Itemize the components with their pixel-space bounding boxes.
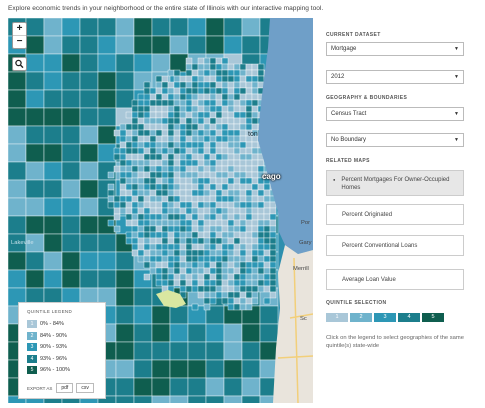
related-map-owner-occupied[interactable]: ● Percent Mortgages For Owner-Occupied H… (326, 170, 464, 196)
legend-label: 0% - 84% (40, 321, 64, 327)
quintile-hint: Click on the legend to select geographie… (326, 335, 464, 349)
legend-item-5[interactable]: 5 96% - 100% (27, 365, 97, 375)
related-map-label: Percent Originated (342, 211, 393, 218)
export-csv-button[interactable]: csv (76, 383, 94, 393)
chevron-down-icon: ▼ (454, 137, 459, 143)
legend-swatch: 2 (27, 331, 37, 340)
legend-label: 84% - 90% (40, 332, 67, 339)
quintile-button-2[interactable]: 2 (350, 313, 372, 322)
related-map-label: Percent Mortgages For Owner-Occupied Hom… (341, 177, 450, 191)
map-label-merrillville: Merrill (293, 266, 309, 272)
legend-label: 96% - 100% (40, 367, 70, 373)
zoom-control[interactable]: + − (12, 22, 27, 49)
intro-text: Explore economic trends in your neighbor… (8, 5, 324, 12)
year-select-value: 2012 (331, 74, 345, 80)
legend-title: QUINTILE LEGEND (27, 309, 73, 314)
export-row: EXPORT AS pdf csv (27, 383, 97, 393)
related-maps-label: RELATED MAPS (326, 158, 370, 164)
legend-item-3[interactable]: 3 90% - 93% (27, 342, 97, 352)
map-search-button[interactable] (12, 57, 27, 71)
chevron-down-icon: ▼ (454, 46, 459, 52)
boundary-select-value: No Boundary (331, 137, 367, 143)
map-label-chicago: cago (262, 172, 281, 181)
quintile-button-4[interactable]: 4 (398, 313, 420, 322)
quintile-button-1[interactable]: 1 (326, 313, 348, 322)
export-pdf-button[interactable]: pdf (56, 383, 74, 393)
related-map-originated[interactable]: Percent Originated (326, 204, 464, 225)
chevron-down-icon: ▼ (454, 111, 459, 117)
related-map-average-loan[interactable]: Average Loan Value (326, 269, 464, 290)
zoom-out-button[interactable]: − (13, 35, 26, 48)
related-map-label: Percent Conventional Loans (342, 242, 418, 249)
quintile-button-5[interactable]: 5 (422, 313, 444, 322)
choropleth-map[interactable]: + − ton cago Gary Merrill Lakeville Por … (8, 18, 313, 403)
search-icon (15, 59, 24, 69)
map-label-school: Sc (300, 316, 307, 322)
legend-label: 93% - 96% (40, 355, 67, 362)
year-select[interactable]: 2012 ▼ (326, 70, 464, 84)
quintile-legend: QUINTILE LEGEND 1 0% - 84% 2 84% - 90% 3… (18, 302, 106, 399)
current-dataset-label: CURRENT DATASET (326, 32, 381, 38)
map-label-evanston: ton (248, 131, 258, 138)
legend-swatch: 3 (27, 343, 37, 351)
geography-label: GEOGRAPHY & BOUNDARIES (326, 95, 408, 101)
geography-select-value: Census Tract (331, 111, 367, 117)
legend-label: 90% - 93% (40, 344, 67, 350)
related-map-label: Average Loan Value (342, 276, 396, 283)
geography-select[interactable]: Census Tract ▼ (326, 107, 464, 121)
map-label-lakeville: Lakeville (11, 240, 34, 246)
legend-swatch: 1 (27, 320, 37, 328)
legend-item-4[interactable]: 4 93% - 96% (27, 354, 97, 364)
boundary-select[interactable]: No Boundary ▼ (326, 133, 464, 147)
legend-item-1[interactable]: 1 0% - 84% (27, 319, 97, 329)
export-label: EXPORT AS (27, 385, 53, 391)
dataset-select-value: Mortgage (331, 46, 357, 52)
legend-swatch: 5 (27, 366, 37, 374)
quintile-selection-label: QUINTILE SELECTION (326, 300, 387, 306)
zoom-in-button[interactable]: + (13, 23, 26, 35)
map-label-portage: Por (301, 220, 311, 226)
legend-item-2[interactable]: 2 84% - 90% (27, 331, 97, 341)
dataset-select[interactable]: Mortgage ▼ (326, 42, 464, 56)
bullet-icon: ● (333, 177, 336, 182)
chevron-down-icon: ▼ (454, 74, 459, 80)
quintile-button-3[interactable]: 3 (374, 313, 396, 322)
legend-swatch: 4 (27, 354, 37, 363)
related-map-conventional[interactable]: Percent Conventional Loans (326, 235, 464, 256)
map-label-gary: Gary (299, 240, 312, 246)
quintile-selector: 1 2 3 4 5 (326, 313, 446, 322)
